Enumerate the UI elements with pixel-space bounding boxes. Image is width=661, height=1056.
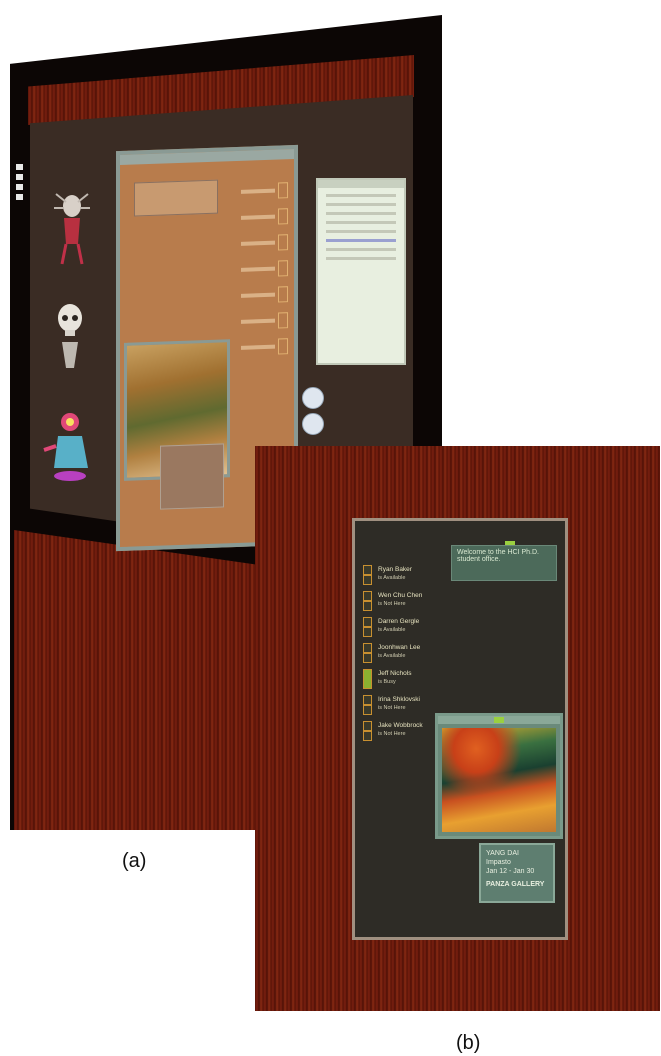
skull-icon[interactable] (52, 302, 88, 372)
person-name: Jake Wobbrock (378, 722, 423, 729)
list-item[interactable] (218, 283, 288, 307)
monster-icon[interactable] (52, 188, 92, 268)
avatar[interactable] (302, 387, 324, 409)
person-status: is Available (378, 653, 406, 659)
list-item[interactable] (218, 231, 288, 255)
person-name: Jeff Nichols (378, 670, 412, 677)
list-item[interactable] (218, 257, 288, 281)
figure-label-b: (b) (456, 1032, 481, 1054)
status-indicator (363, 721, 372, 741)
exhibit-dates: Jan 12 - Jan 30 (486, 868, 535, 875)
person-status: is Available (378, 575, 406, 581)
list-item[interactable]: Ryan Baker is Available (363, 565, 459, 587)
exhibit-title: Impasto (486, 859, 511, 866)
list-item[interactable]: Wen Chu Chen is Not Here (363, 591, 459, 613)
status-indicator (363, 565, 372, 585)
list-item[interactable] (218, 309, 288, 333)
person-status: is Not Here (378, 601, 406, 607)
person-status: is Busy (378, 679, 396, 685)
art-window[interactable] (435, 713, 563, 839)
person-name: Irina Shklovski (378, 696, 420, 703)
figure-label-a: (a) (122, 850, 147, 872)
exhibit-caption-a (160, 443, 224, 510)
panel-titlebar[interactable] (318, 180, 404, 188)
list-item[interactable] (218, 205, 288, 229)
status-indicator (363, 669, 372, 689)
person-status: is Not Here (378, 705, 406, 711)
status-indicator (363, 643, 372, 663)
painting-image[interactable] (442, 728, 556, 832)
avatar[interactable] (302, 413, 324, 435)
exhibit-caption[interactable]: YANG DAI Impasto Jan 12 - Jan 30 PANZA G… (479, 843, 555, 903)
list-item[interactable] (218, 179, 288, 203)
people-list-a (218, 179, 288, 363)
person-name: Wen Chu Chen (378, 592, 423, 599)
status-indicator (363, 591, 372, 611)
status-indicator (363, 695, 372, 715)
welcome-bubble-a (134, 179, 218, 217)
window-titlebar[interactable] (120, 148, 294, 166)
list-item[interactable]: Joonhwan Lee is Available (363, 643, 459, 665)
flower-character-icon[interactable] (40, 410, 92, 484)
list-item[interactable]: Jeff Nichols is Busy (363, 669, 459, 691)
message-panel-a[interactable] (316, 178, 406, 365)
person-name: Ryan Baker (378, 566, 412, 573)
welcome-bubble: Welcome to the HCI Ph.D. student office. (451, 545, 557, 581)
art-window-titlebar[interactable] (438, 716, 560, 724)
exhibit-artist: YANG DAI (486, 850, 519, 857)
side-tabs (16, 164, 24, 204)
person-name: Joonhwan Lee (378, 644, 421, 651)
person-status: is Available (378, 627, 406, 633)
list-item[interactable]: Darren Gergle is Available (363, 617, 459, 639)
screen-b: Welcome to the HCI Ph.D. student office.… (352, 518, 568, 940)
status-indicator (363, 617, 372, 637)
person-status: is Not Here (378, 731, 406, 737)
exhibit-gallery: PANZA GALLERY (486, 881, 545, 888)
drag-handle[interactable] (494, 717, 504, 723)
person-name: Darren Gergle (378, 618, 420, 625)
